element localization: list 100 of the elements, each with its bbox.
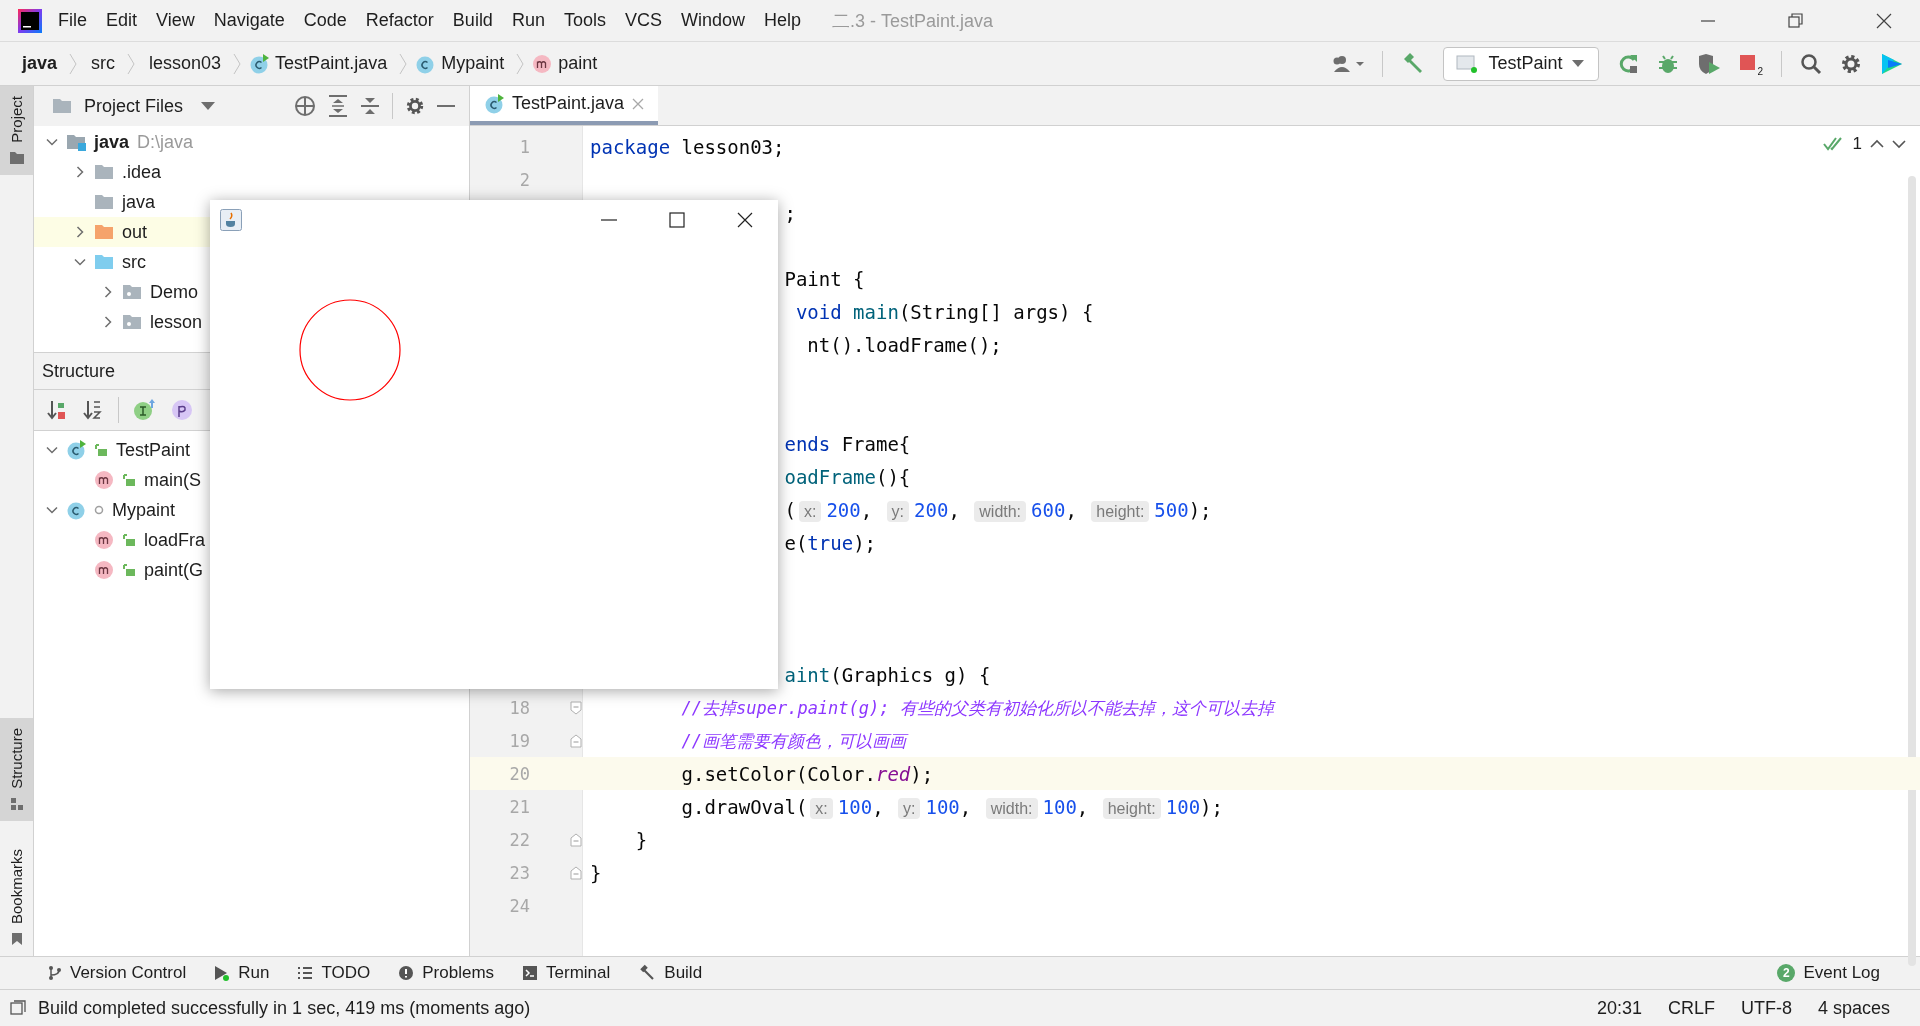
maximize-icon[interactable]	[668, 211, 686, 229]
status-item[interactable]: UTF-8	[1740, 997, 1792, 1019]
method-icon	[532, 53, 553, 74]
scrollbar[interactable]	[1908, 176, 1916, 966]
structure-item[interactable]: main(S	[144, 469, 201, 491]
sort-by-visibility-icon[interactable]	[46, 399, 68, 421]
menu-item[interactable]: Navigate	[213, 10, 285, 31]
tool-window-button[interactable]: Build	[638, 963, 703, 983]
play-icon	[214, 965, 231, 981]
chevron-right-icon[interactable]	[102, 286, 114, 298]
separator-icon	[399, 51, 408, 76]
menu-item[interactable]: Refactor	[365, 10, 434, 31]
shield-play-icon[interactable]	[1697, 52, 1722, 75]
view-selector[interactable]: Project Files	[84, 95, 184, 117]
menu-item[interactable]: Code	[303, 10, 347, 31]
breadcrumb[interactable]: lesson03	[149, 53, 222, 74]
breadcrumb[interactable]: Mypaint	[441, 53, 505, 74]
menu-item[interactable]: Help	[764, 10, 802, 31]
double-check-icon[interactable]	[1822, 136, 1845, 152]
editor-tab[interactable]: TestPaint.java	[470, 86, 659, 125]
rerun-icon[interactable]	[1617, 52, 1640, 75]
status-message[interactable]: Build completed successfully in 1 sec, 419 ms (moments ago)	[38, 997, 531, 1019]
tool-window-button[interactable]: Problems	[398, 963, 495, 983]
menu-item[interactable]: Build	[452, 10, 493, 31]
tree-item[interactable]: java	[94, 131, 130, 153]
status-item[interactable]: CRLF	[1667, 997, 1715, 1019]
folder-icon	[94, 223, 114, 241]
count-badge: 2	[1777, 964, 1796, 982]
hammer-icon	[638, 964, 657, 982]
property-icon[interactable]	[171, 399, 193, 421]
chevron-down-icon[interactable]	[46, 444, 58, 456]
inspection-count[interactable]: 1	[1852, 134, 1862, 154]
tree-item[interactable]: java	[122, 191, 156, 213]
breadcrumb[interactable]: src	[91, 53, 116, 74]
tree-item[interactable]: out	[122, 221, 148, 243]
tree-item[interactable]: Demo	[150, 281, 198, 303]
fold-marker-icon[interactable]	[570, 832, 582, 847]
chevron-up-icon[interactable]	[1870, 139, 1884, 149]
window-icon	[1456, 53, 1479, 74]
breadcrumb[interactable]: TestPaint.java	[275, 53, 388, 74]
event-log-label[interactable]: Event Log	[1803, 963, 1880, 983]
menu-item[interactable]: View	[156, 10, 195, 31]
settings-icon[interactable]	[405, 96, 425, 116]
chevron-down-icon[interactable]	[1892, 139, 1906, 149]
tool-window-tab[interactable]: Project	[0, 86, 33, 175]
code-line: }	[590, 861, 602, 884]
sort-alphabetically-icon[interactable]	[82, 399, 104, 421]
search-icon[interactable]	[1800, 52, 1822, 75]
structure-item[interactable]: loadFra	[144, 529, 206, 551]
settings-icon[interactable]	[1840, 52, 1862, 75]
tree-item[interactable]: .idea	[122, 161, 162, 183]
tool-window-button[interactable]: Run	[214, 963, 270, 983]
fold-marker-icon[interactable]	[570, 700, 582, 715]
package-icon	[122, 283, 142, 301]
status-item[interactable]: 4 spaces	[1817, 997, 1890, 1019]
breadcrumb[interactable]: java	[22, 53, 58, 74]
structure-item[interactable]: Mypaint	[112, 499, 176, 521]
crosshair-icon[interactable]	[294, 95, 316, 117]
tool-window-tab[interactable]: Structure	[0, 718, 33, 821]
chevron-down-icon[interactable]	[46, 504, 58, 516]
tool-window-tab[interactable]: Bookmarks	[0, 838, 33, 956]
close-icon[interactable]	[1876, 12, 1892, 29]
panel-toggle-icon[interactable]	[10, 1000, 26, 1016]
expand-all-icon[interactable]	[328, 95, 348, 117]
chevron-right-icon[interactable]	[74, 226, 86, 238]
separator-icon	[69, 51, 78, 76]
panel-title: Structure	[42, 360, 116, 382]
runnable-class-icon	[484, 93, 504, 114]
restore-icon[interactable]	[1788, 12, 1804, 29]
line-number: 23	[509, 862, 530, 883]
collapse-all-icon[interactable]	[360, 95, 380, 117]
chevron-right-icon[interactable]	[74, 166, 86, 178]
menu-item[interactable]: Tools	[563, 10, 606, 31]
minimize-icon[interactable]	[437, 104, 455, 108]
chevron-down-icon[interactable]	[46, 136, 58, 148]
app-logo-icon[interactable]	[18, 8, 42, 33]
menu-item[interactable]: Edit	[106, 10, 138, 31]
structure-item[interactable]: paint(G	[144, 559, 204, 581]
dropdown-arrow-icon[interactable]	[201, 101, 216, 111]
menu-item[interactable]: File	[58, 10, 87, 31]
breadcrumb[interactable]: paint	[558, 53, 598, 74]
fold-marker-icon[interactable]	[570, 733, 582, 748]
inherited-icon[interactable]	[133, 398, 157, 422]
tool-window-button[interactable]: Terminal	[522, 963, 611, 983]
run-configuration-dropdown[interactable]: TestPaint	[1443, 46, 1600, 81]
menu-item[interactable]: Window	[680, 10, 745, 31]
menu-item[interactable]: Run	[511, 10, 545, 31]
structure-item[interactable]: TestPaint	[116, 439, 191, 461]
tool-window-button[interactable]: Version Control	[48, 963, 187, 983]
chevron-right-icon[interactable]	[102, 316, 114, 328]
close-icon[interactable]	[736, 211, 754, 229]
status-item[interactable]: 20:31	[1596, 997, 1642, 1019]
fold-marker-icon[interactable]	[570, 865, 582, 880]
toolbox-logo-icon[interactable]	[1880, 51, 1904, 76]
tree-item[interactable]: lesson	[150, 311, 203, 333]
code-line: ends Frame{	[784, 432, 911, 455]
chevron-down-icon[interactable]	[74, 256, 86, 268]
tool-window-button[interactable]: TODO	[297, 963, 371, 983]
menu-item[interactable]: VCS	[624, 10, 662, 31]
tree-item[interactable]: src	[122, 251, 146, 273]
